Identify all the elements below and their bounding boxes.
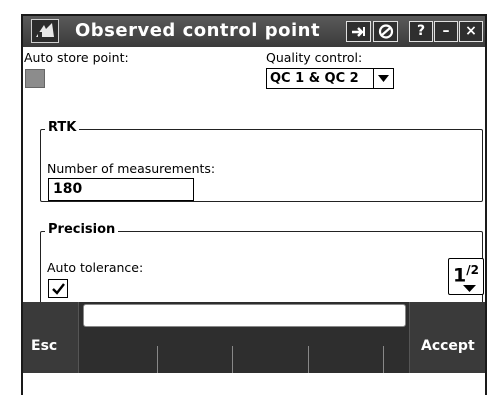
- chevron-down-icon[interactable]: [373, 69, 393, 88]
- precision-group-title: Precision: [45, 222, 119, 237]
- title-bar: Observed control point ? – ×: [23, 16, 485, 47]
- help-button[interactable]: ?: [409, 21, 433, 42]
- checkmark-icon: [52, 283, 65, 295]
- quality-control-select[interactable]: QC 1 & QC 2: [266, 68, 394, 89]
- esc-label: Esc: [31, 338, 58, 354]
- softkey-divider: [232, 346, 233, 373]
- softkey-divider: [383, 346, 384, 373]
- softkey-bar: Esc Accept: [23, 302, 485, 373]
- precision-group: Precision Auto tolerance:: [40, 222, 483, 304]
- window-title: Observed control point: [75, 20, 321, 41]
- gnss-status-icon[interactable]: [373, 21, 398, 42]
- num-measurements-label: Number of measurements:: [47, 161, 216, 176]
- page-indicator: 1/2: [453, 263, 479, 287]
- softkey-divider: [157, 346, 158, 373]
- auto-store-checkbox[interactable]: [25, 69, 45, 88]
- close-button[interactable]: ×: [459, 21, 483, 42]
- esc-button[interactable]: Esc: [23, 302, 79, 373]
- accept-label: Accept: [421, 338, 475, 354]
- softkey-divider: [308, 346, 309, 373]
- dialog-window: Observed control point ? – × Auto store …: [21, 14, 487, 395]
- auto-tolerance-checkbox[interactable]: [48, 279, 68, 298]
- rtk-group: RTK Number of measurements: 180: [40, 120, 483, 202]
- page-total: 2: [470, 263, 479, 277]
- num-measurements-input[interactable]: 180: [48, 178, 194, 201]
- accept-button[interactable]: Accept: [409, 302, 485, 373]
- softkey-message-area: [83, 304, 406, 327]
- auto-tolerance-label: Auto tolerance:: [47, 260, 144, 275]
- page-current: 1: [453, 264, 467, 287]
- page-down-arrow-icon: [463, 285, 476, 292]
- auto-store-label: Auto store point:: [24, 50, 129, 65]
- rtk-group-title: RTK: [45, 120, 80, 135]
- quality-control-value: QC 1 & QC 2: [270, 71, 359, 86]
- sync-icon[interactable]: [346, 21, 371, 42]
- minimize-button[interactable]: –: [434, 21, 458, 42]
- app-menu-icon[interactable]: [31, 19, 59, 43]
- page-toggle-button[interactable]: 1/2: [448, 258, 484, 295]
- quality-control-label: Quality control:: [266, 50, 363, 65]
